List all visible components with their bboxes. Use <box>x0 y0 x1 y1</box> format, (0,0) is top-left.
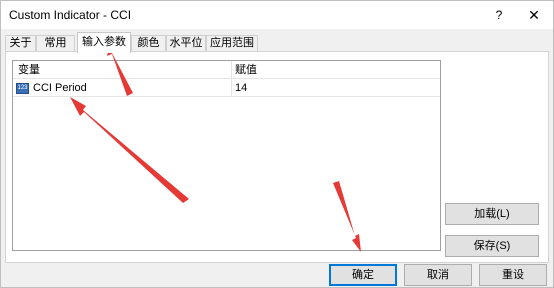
inputs-panel: 变量 赋值 123 CCI Period 14 加载(L) 保存(S) <box>5 51 549 263</box>
tab-about[interactable]: 关于 <box>5 35 36 52</box>
tab-levels[interactable]: 水平位 <box>166 35 206 52</box>
help-button[interactable]: ? <box>489 5 509 25</box>
title-bar: Custom Indicator - CCI ? ✕ <box>1 1 553 29</box>
row-value[interactable]: 14 <box>235 80 247 97</box>
window-title: Custom Indicator - CCI <box>9 8 132 22</box>
tab-common[interactable]: 常用 <box>36 35 75 52</box>
row-variable-name: CCI Period <box>33 82 87 94</box>
cancel-button[interactable]: 取消 <box>404 264 472 286</box>
param-icon: 123 <box>16 83 29 94</box>
custom-indicator-dialog: Custom Indicator - CCI ? ✕ 关于 常用 输入参数 颜色… <box>0 0 554 288</box>
grid-header: 变量 赋值 <box>13 61 440 79</box>
table-row[interactable]: 123 CCI Period 14 <box>13 80 440 97</box>
close-button[interactable]: ✕ <box>523 5 545 25</box>
save-button[interactable]: 保存(S) <box>445 235 539 257</box>
reset-button[interactable]: 重设 <box>479 264 547 286</box>
tab-visualization[interactable]: 应用范围 <box>206 35 258 52</box>
column-header-value[interactable]: 赋值 <box>232 61 257 79</box>
tab-inputs[interactable]: 输入参数 <box>77 32 131 53</box>
column-header-variable[interactable]: 变量 <box>15 61 40 79</box>
tab-colors[interactable]: 颜色 <box>131 35 166 52</box>
parameters-grid: 变量 赋值 123 CCI Period 14 <box>12 60 441 251</box>
load-button[interactable]: 加载(L) <box>445 203 539 225</box>
ok-button[interactable]: 确定 <box>329 264 397 286</box>
